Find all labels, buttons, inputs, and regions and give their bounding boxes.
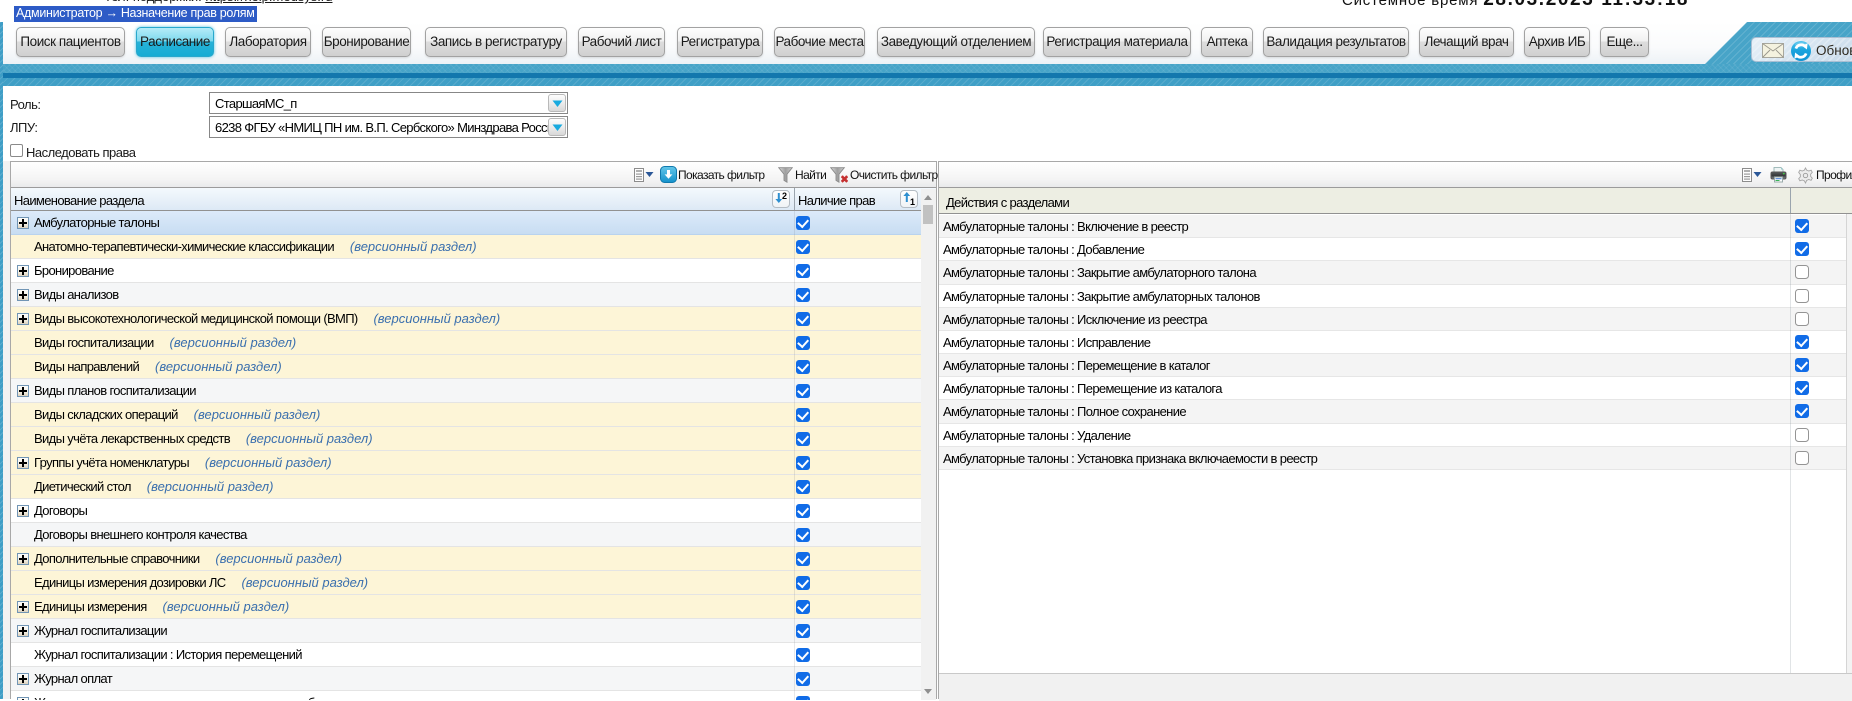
svg-text:1: 1	[910, 197, 915, 207]
svg-text:2: 2	[782, 191, 787, 201]
